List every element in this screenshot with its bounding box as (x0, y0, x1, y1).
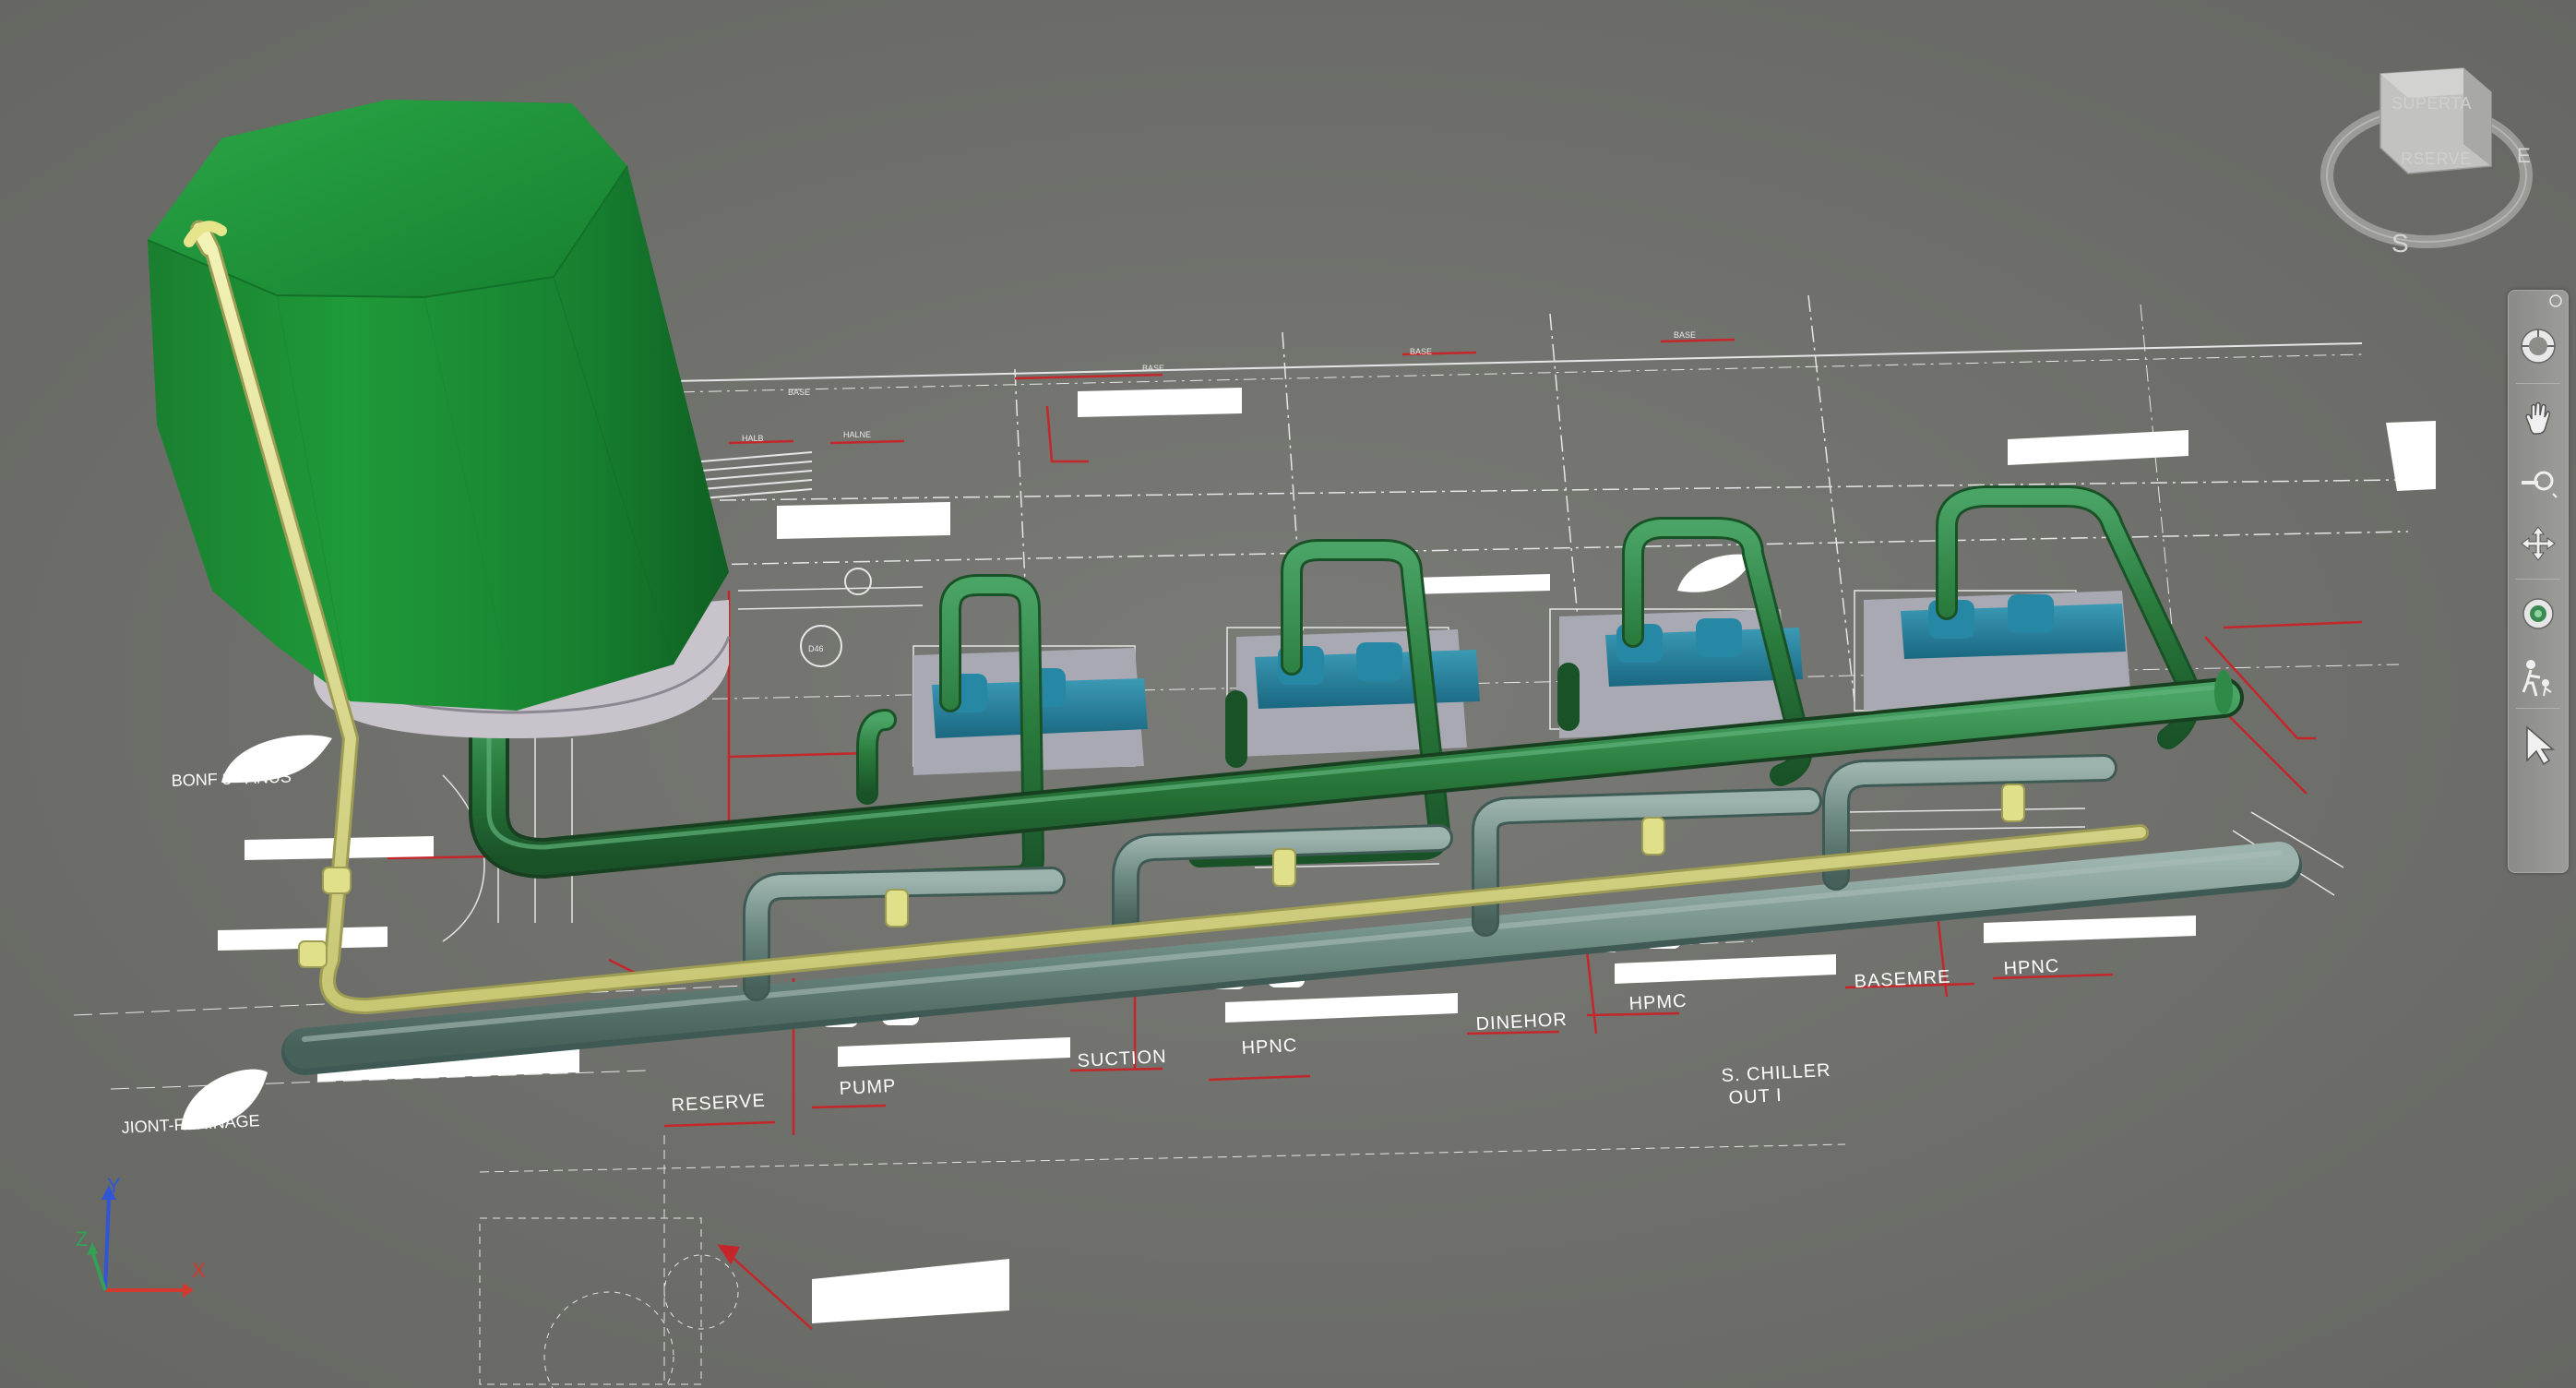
label-bonf: BONF 3 - ANUS (171, 767, 292, 790)
select-arrow-icon (2526, 725, 2556, 766)
label-base-4: BASE (1674, 330, 1696, 340)
pan-hand-icon (2525, 401, 2550, 435)
label-hpmc: HPMC (1628, 991, 1688, 1014)
label-halne: HALNE (843, 430, 871, 439)
label-pump: PUMP (839, 1076, 897, 1099)
viewcube[interactable]: SUPERTA RSERVE S E (2316, 55, 2537, 268)
navigation-bar (2508, 290, 2569, 873)
label-reserve: RESERVE (671, 1091, 766, 1116)
compass-east-label[interactable]: E (2517, 144, 2531, 168)
walk-icon (2522, 660, 2552, 697)
viewcube-top-face-label[interactable]: SUPERTA (2391, 94, 2472, 114)
label-suction: SUCTION (1077, 1047, 1167, 1071)
center-button[interactable] (2514, 586, 2562, 641)
label-base-2: BASE (1142, 364, 1164, 373)
center-icon (2522, 598, 2554, 629)
pump-skid-2[interactable] (1236, 629, 1480, 757)
navbar-close-icon[interactable] (2549, 294, 2562, 307)
viewcube-front-face-label[interactable]: RSERVE (2401, 150, 2472, 169)
label-hpnc-1: HPNC (1241, 1035, 1298, 1059)
label-basemre: BASEMRE (1854, 967, 1951, 992)
axis-y-label: Y (107, 1174, 121, 1197)
label-jiont: JIONT-F...RINAGE (121, 1111, 260, 1137)
label-hpnc-2: HPNC (2003, 956, 2060, 979)
label-chiller-1: S. CHILLER (1721, 1060, 1831, 1086)
label-base-3: BASE (1410, 347, 1432, 356)
walk-button[interactable] (2514, 651, 2562, 706)
storage-tank[interactable] (147, 100, 731, 738)
label-base-1: BASE (788, 388, 810, 397)
axis-triad: X Y Z (65, 1174, 206, 1310)
zoom-icon (2522, 471, 2558, 498)
compass-south-label[interactable]: S (2391, 229, 2409, 258)
scene-canvas[interactable]: BONF 3 - ANUS JIONT-F...RINAGE RESERVE P… (0, 0, 2576, 1388)
label-chiller-2: OUT I (1728, 1085, 1783, 1108)
label-d46: D46 (808, 644, 824, 653)
pan-button[interactable] (2514, 390, 2562, 446)
select-button[interactable] (2514, 717, 2562, 772)
label-halb: HALB (742, 434, 764, 443)
orbit-button[interactable] (2514, 516, 2562, 571)
zoom-button[interactable] (2514, 457, 2562, 512)
3d-viewport[interactable]: BONF 3 - ANUS JIONT-F...RINAGE RESERVE P… (0, 0, 2576, 1388)
axis-z-label: Z (76, 1227, 89, 1250)
orbit-icon (2521, 526, 2556, 561)
axis-x-label: X (192, 1259, 206, 1282)
steering-wheel-button[interactable] (2514, 318, 2562, 374)
steering-wheel-icon (2521, 329, 2556, 364)
